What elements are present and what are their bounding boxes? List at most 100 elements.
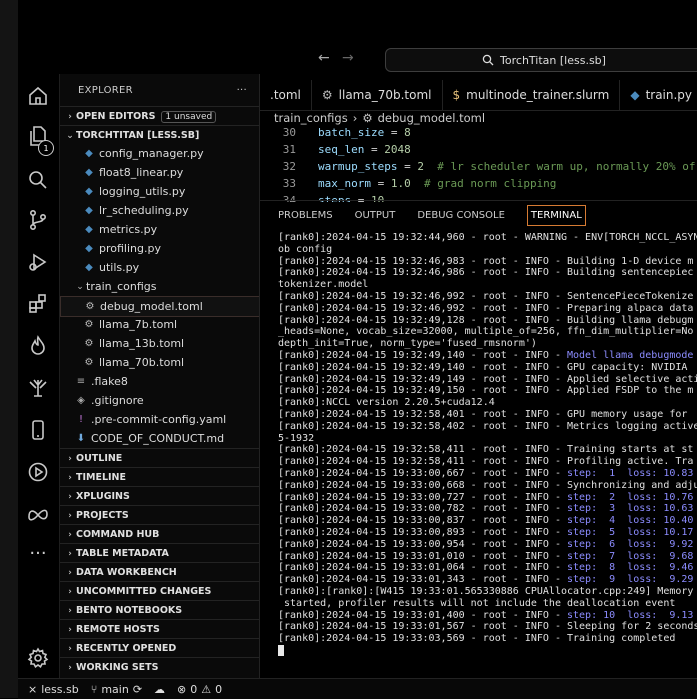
terminal-line: started, profiler results will not inclu…	[278, 598, 697, 610]
file-label: config_manager.py	[99, 147, 204, 160]
file-item[interactable]: ⚙ llama_13b.toml	[60, 334, 259, 353]
source-control-icon[interactable]	[26, 208, 50, 232]
device-icon[interactable]	[26, 418, 50, 442]
cloud-icon[interactable]: ☁	[154, 683, 165, 696]
file-item[interactable]: ⚙ llama_7b.toml	[60, 315, 259, 334]
section-outline[interactable]: › OUTLINE	[60, 448, 259, 468]
tab-terminal[interactable]: TERMINAL	[526, 204, 586, 226]
log-highlight: step: 3 loss: 10.63	[566, 503, 694, 515]
code-key: max_norm	[318, 177, 371, 190]
terminal-line: [rank0]:2024-04-15 19:33:01,064 - root -…	[278, 562, 697, 574]
log-text: [rank0]:2024-04-15 19:32:49,140 - root -…	[278, 349, 567, 361]
tab-debug-console[interactable]: DEBUG CONSOLE	[417, 210, 505, 221]
file-item[interactable]: ◆ config_manager.py	[60, 144, 259, 163]
tab-llama-70b[interactable]: ⚙ llama_70b.toml	[312, 80, 443, 110]
section-label: WORKING SETS	[76, 662, 159, 673]
breadcrumb-file[interactable]: debug_model.toml	[378, 111, 485, 125]
code-line[interactable]: 31 seq_len = 2048	[260, 143, 411, 160]
forward-arrow-icon[interactable]: →	[342, 50, 354, 66]
log-text: depth_init=True, norm_type='fused_rmsnor…	[278, 338, 537, 350]
section-data-workbench[interactable]: › DATA WORKBENCH	[60, 562, 259, 582]
python-file-icon: ◆	[85, 148, 93, 159]
python-file-icon: ◆	[85, 262, 93, 273]
code-line[interactable]: 32 warmup_steps = 2 # lr scheduler warm u…	[260, 160, 697, 177]
file-item[interactable]: ◆ logging_utils.py	[60, 182, 259, 201]
file-item[interactable]: ! .pre-commit-config.yaml	[60, 410, 259, 429]
back-arrow-icon[interactable]: ←	[318, 50, 330, 66]
terminal-line: [rank0]:2024-04-15 19:33:00,667 - root -…	[278, 468, 697, 480]
dollar-icon: $	[452, 88, 461, 102]
line-number: 30	[282, 126, 296, 139]
terminal-output[interactable]: [rank0]:2024-04-15 19:32:44,960 - root -…	[278, 232, 697, 678]
tab-problems[interactable]: PROBLEMS	[278, 210, 333, 221]
open-editors-section[interactable]: › OPEN EDITORS 1 unsaved	[60, 106, 259, 126]
section-label: DATA WORKBENCH	[76, 567, 177, 578]
code-line[interactable]: 33 max_norm = 1.0 # grad norm clipping	[260, 177, 557, 194]
remote-indicator[interactable]: ⨯ less.sb	[28, 683, 79, 696]
log-text: [rank0]:[rank0]:[W415 19:33:01.565330886…	[278, 585, 694, 597]
chevron-icon: ›	[68, 510, 72, 521]
tab-toml[interactable]: .toml	[260, 80, 312, 110]
file-item[interactable]: ◆ lr_scheduling.py	[60, 201, 259, 220]
explorer-more-button[interactable]: ···	[237, 85, 247, 96]
file-item[interactable]: ◆ metrics.py	[60, 220, 259, 239]
problems-indicator[interactable]: ⊗ 0 ⚠ 0	[177, 683, 222, 696]
section-projects[interactable]: › PROJECTS	[60, 505, 259, 525]
tab-output[interactable]: OUTPUT	[355, 210, 396, 221]
section-recently-opened[interactable]: › RECENTLY OPENED	[60, 638, 259, 658]
gear-icon: ⚙	[84, 338, 94, 349]
section-remote-hosts[interactable]: › REMOTE HOSTS	[60, 619, 259, 639]
search-icon[interactable]	[26, 168, 50, 192]
play-icon[interactable]	[26, 460, 50, 484]
section-working-sets[interactable]: › WORKING SETS	[60, 657, 259, 677]
folder-label: train_configs	[86, 280, 157, 293]
log-text: [rank0]:2024-04-15 19:33:00,954 - root -…	[278, 538, 567, 550]
search-icon	[482, 54, 494, 66]
list-icon: ≡	[76, 376, 86, 387]
gear-icon: ⚙	[362, 111, 373, 125]
section-timeline[interactable]: › TIMELINE	[60, 467, 259, 487]
section-uncommitted-changes[interactable]: › UNCOMMITTED CHANGES	[60, 581, 259, 601]
breadcrumb-folder[interactable]: train_configs	[274, 111, 348, 125]
fire-icon[interactable]	[26, 334, 50, 358]
log-text: [rank0]:2024-04-15 19:32:46,992 - root -…	[278, 290, 694, 302]
file-item[interactable]: ⬇ CODE_OF_CONDUCT.md	[60, 429, 259, 448]
terminal-line: [rank0]:2024-04-15 19:32:58,411 - root -…	[278, 456, 697, 468]
file-item[interactable]: ⚙ llama_70b.toml	[60, 353, 259, 372]
file-item[interactable]: ⚙ debug_model.toml	[60, 296, 259, 317]
more-icon[interactable]: ···	[26, 544, 50, 568]
python-file-icon: ◆	[85, 243, 93, 254]
code-line[interactable]: 30 batch_size = 8	[260, 126, 411, 143]
section-table-metadata[interactable]: › TABLE METADATA	[60, 543, 259, 563]
section-command-hub[interactable]: › COMMAND HUB	[60, 524, 259, 544]
project-root[interactable]: ⌄ TORCHTITAN [LESS.SB]	[60, 125, 259, 145]
section-xplugins[interactable]: › XPLUGINS	[60, 486, 259, 506]
meta-icon[interactable]	[26, 502, 50, 526]
log-highlight: step: 4 loss: 10.40	[566, 515, 694, 527]
terminal-line: [rank0]:2024-04-15 19:32:46,992 - root -…	[278, 303, 697, 315]
log-text: [rank0]:2024-04-15 19:32:46,992 - root -…	[278, 302, 694, 314]
tree-icon[interactable]	[26, 376, 50, 400]
tab-train-py[interactable]: ◆ train.py	[620, 80, 697, 110]
section-bento-notebooks[interactable]: › BENTO NOTEBOOKS	[60, 600, 259, 620]
file-item[interactable]: ≡ .flake8	[60, 372, 259, 391]
log-text: [rank0]:2024-04-15 19:33:01,010 - root -…	[278, 550, 567, 562]
log-text: [rank0]:2024-04-15 19:33:01,343 - root -…	[278, 574, 567, 586]
home-icon[interactable]	[26, 84, 50, 108]
file-item[interactable]: ◆ profiling.py	[60, 239, 259, 258]
file-item[interactable]: ◆ utils.py	[60, 258, 259, 277]
code-key: seq_len	[318, 143, 365, 156]
tab-multinode-trainer[interactable]: $ multinode_trainer.slurm	[443, 80, 621, 110]
run-debug-icon[interactable]	[26, 250, 50, 274]
branch-indicator[interactable]: ⑂ main ⟳	[91, 683, 142, 696]
warning-count: 0	[215, 682, 223, 696]
section-label: PROJECTS	[76, 510, 129, 521]
file-item[interactable]: ◆ float8_linear.py	[60, 163, 259, 182]
folder-train-configs[interactable]: ⌄ train_configs	[60, 277, 259, 296]
extensions-icon[interactable]	[26, 292, 50, 316]
settings-icon[interactable]	[26, 646, 50, 670]
command-center-search[interactable]: TorchTitan [less.sb]	[385, 48, 697, 72]
chevron-icon: ⌄	[76, 281, 84, 292]
file-item[interactable]: ◈ .gitignore	[60, 391, 259, 410]
log-text: [rank0]:2024-04-15 19:32:46,983 - root -…	[278, 255, 694, 267]
